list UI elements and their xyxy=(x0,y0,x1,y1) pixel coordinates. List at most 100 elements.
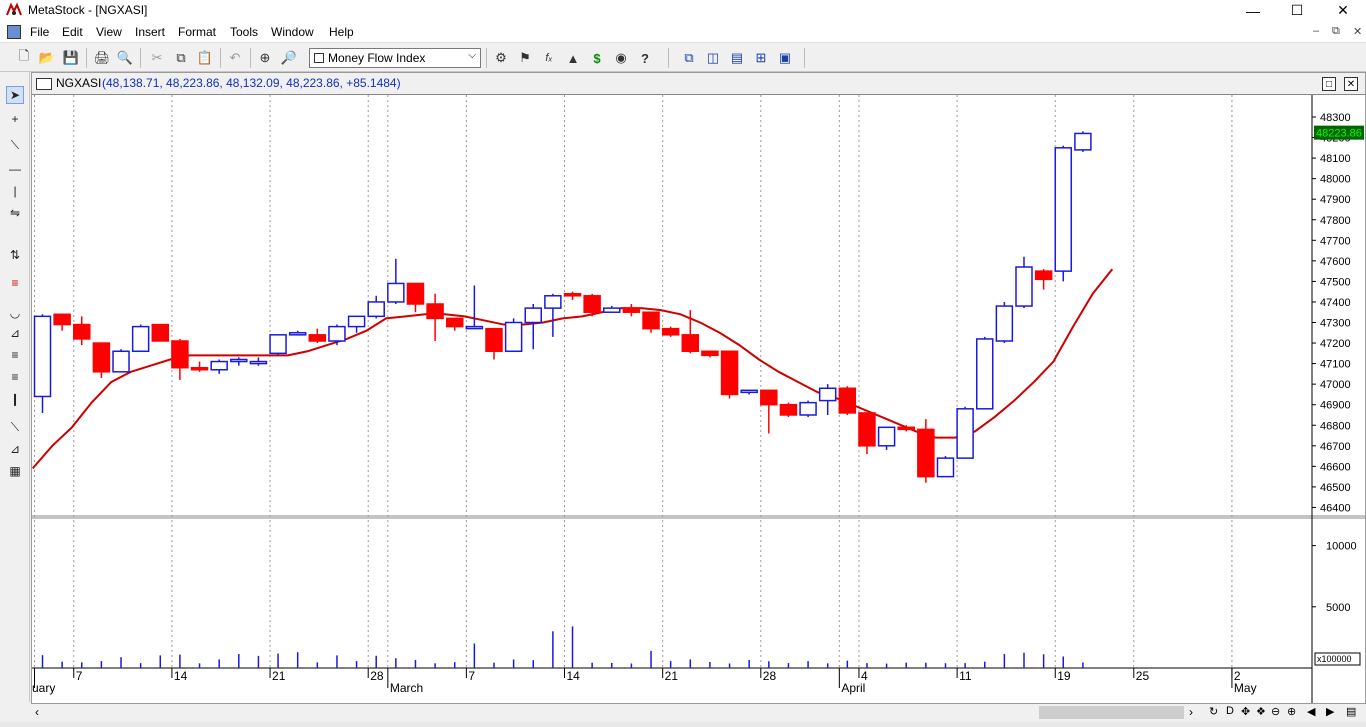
fibonacci-arcs-icon[interactable]: ◡ xyxy=(6,304,24,322)
scroll-thumb[interactable] xyxy=(1039,706,1184,719)
chart-maximize-button[interactable]: □ xyxy=(1322,77,1336,91)
fibonacci-fan-icon[interactable]: ⊿ xyxy=(6,324,24,342)
goto-date-icon[interactable]: D xyxy=(1226,705,1234,717)
candle xyxy=(661,326,680,337)
horizontal-line-icon[interactable]: — xyxy=(6,160,24,178)
chart-header: NGXASI (48,138.71, 48,223.86, 48,132.09,… xyxy=(32,73,1365,95)
candle-body xyxy=(112,350,130,373)
candle-body xyxy=(936,457,955,478)
close-button[interactable]: ✕ xyxy=(1320,0,1366,21)
chevron-down-icon: ⌵ xyxy=(468,50,476,61)
date-label: 7 xyxy=(76,669,83,683)
reset-scale-icon[interactable]: ↻ xyxy=(1209,705,1218,718)
system-tester-icon[interactable]: ▲ xyxy=(564,49,582,67)
trendline-icon[interactable]: ⟍ xyxy=(6,136,24,154)
print-icon[interactable]: 🖨 xyxy=(93,49,111,67)
scroll-lock-icon[interactable]: ❖ xyxy=(1256,705,1266,718)
zoom-in-icon[interactable]: ⊕ xyxy=(1287,705,1296,718)
candle xyxy=(269,334,287,356)
candle-body xyxy=(563,292,582,297)
crosshair-icon[interactable]: ⊕ xyxy=(256,49,274,67)
help-cursor-icon[interactable]: ? xyxy=(636,49,654,67)
menu-help[interactable]: Help xyxy=(329,25,354,39)
menu-format[interactable]: Format xyxy=(178,25,216,39)
time-zones-icon[interactable]: ❙ xyxy=(6,390,24,408)
binoculars-icon[interactable]: ◉ xyxy=(612,49,630,67)
date-label: 14 xyxy=(567,669,581,683)
candle-body xyxy=(426,303,444,320)
formula-icon[interactable]: fₓ xyxy=(540,49,558,67)
speed-resistance-icon[interactable]: ≡ xyxy=(6,368,24,386)
cascade-icon[interactable]: ⧉ xyxy=(680,49,698,67)
fibonacci-retracement-icon[interactable]: ≡ xyxy=(6,346,24,364)
maximize-button[interactable]: ☐ xyxy=(1274,0,1320,21)
candle-body xyxy=(838,387,857,414)
menu-view[interactable]: View xyxy=(96,25,122,39)
print-preview-icon[interactable]: 🔍 xyxy=(116,49,134,67)
menu-insert[interactable]: Insert xyxy=(135,25,165,39)
menu-file[interactable]: File xyxy=(30,25,49,39)
paste-icon[interactable]: 📋 xyxy=(196,49,214,67)
date-label: 28 xyxy=(370,669,384,683)
parallel-lines-icon[interactable]: ≡ xyxy=(6,274,24,292)
undo-icon[interactable]: ↶ xyxy=(226,49,244,67)
candle-body xyxy=(818,387,837,402)
cycle-lines-icon[interactable]: ⇋ xyxy=(6,204,24,222)
gann-line-icon[interactable]: ⟍ xyxy=(6,418,24,436)
candle-body xyxy=(740,389,758,394)
candle-body xyxy=(367,301,385,318)
explorer-icon[interactable]: ⚑ xyxy=(516,49,534,67)
expert-advisor-icon[interactable]: ⚙ xyxy=(492,49,510,67)
mdi-close-icon[interactable]: ✕ xyxy=(1353,25,1362,38)
candle-body xyxy=(504,321,523,353)
new-icon[interactable]: 🗋 xyxy=(15,48,33,67)
minimize-button[interactable]: — xyxy=(1230,0,1276,21)
pointer-icon[interactable]: ➤ xyxy=(6,86,24,104)
open-icon[interactable]: 📂 xyxy=(38,49,56,67)
candle xyxy=(975,336,994,410)
candle-body xyxy=(622,307,641,313)
price-chart[interactable]: 4640046500466004670046800469004700047100… xyxy=(32,95,1365,703)
candle xyxy=(779,402,798,418)
candle-body xyxy=(524,307,542,324)
zoom-icon[interactable]: 🔎 xyxy=(280,49,298,67)
indicator-select[interactable]: Money Flow Index ⌵ xyxy=(309,48,481,68)
chart-close-button[interactable]: ✕ xyxy=(1344,77,1358,91)
mdi-minimize-icon[interactable]: – xyxy=(1313,25,1319,37)
save-icon[interactable]: 💾 xyxy=(62,49,80,67)
pan-icon[interactable]: ✥ xyxy=(1241,705,1250,718)
candle-body xyxy=(975,338,994,410)
channel-icon[interactable]: ⇅ xyxy=(6,246,24,264)
menu-edit[interactable]: Edit xyxy=(62,25,83,39)
document-menu-icon[interactable] xyxy=(7,25,21,39)
chart-symbol: NGXASI xyxy=(56,76,102,90)
tile-grid-icon[interactable]: ⊞ xyxy=(752,49,770,67)
gann-grid-icon[interactable]: ▦ xyxy=(6,462,24,480)
tile-vertical-icon[interactable]: ◫ xyxy=(704,49,722,67)
arrange-icon[interactable]: ▣ xyxy=(776,49,794,67)
tile-horizontal-icon[interactable]: ▤ xyxy=(728,49,746,67)
price-tick-label: 47600 xyxy=(1320,256,1351,268)
mdi-restore-icon[interactable]: ⧉ xyxy=(1332,25,1340,38)
candle-body xyxy=(328,325,346,342)
menu-tools[interactable]: Tools xyxy=(230,25,258,39)
dollar-icon[interactable]: $ xyxy=(588,49,606,67)
crosshair-tool-icon[interactable]: + xyxy=(6,110,24,128)
page-right-icon[interactable]: ▶ xyxy=(1326,705,1334,718)
copy-icon[interactable]: ⧉ xyxy=(172,49,190,67)
horizontal-scrollbar[interactable]: ‹ › ↻ D ✥ ❖ ⊖ ⊕ ◀ ▶ ▤ xyxy=(31,704,1366,722)
vertical-line-icon[interactable]: | xyxy=(6,182,24,200)
candle xyxy=(720,350,739,399)
scroll-left-icon[interactable]: ‹ xyxy=(35,705,39,719)
scroll-right-icon[interactable]: › xyxy=(1189,705,1193,719)
date-label: March xyxy=(390,681,423,695)
layout-icon[interactable]: ▤ xyxy=(1346,705,1356,718)
candle xyxy=(936,456,955,478)
menu-window[interactable]: Window xyxy=(271,25,314,39)
page-left-icon[interactable]: ◀ xyxy=(1307,705,1315,718)
candle-body xyxy=(858,412,876,447)
candle-body xyxy=(210,360,228,371)
cut-icon[interactable]: ✂ xyxy=(148,49,166,67)
zoom-out-icon[interactable]: ⊖ xyxy=(1271,705,1280,718)
gann-fan-icon[interactable]: ⊿ xyxy=(6,440,24,458)
